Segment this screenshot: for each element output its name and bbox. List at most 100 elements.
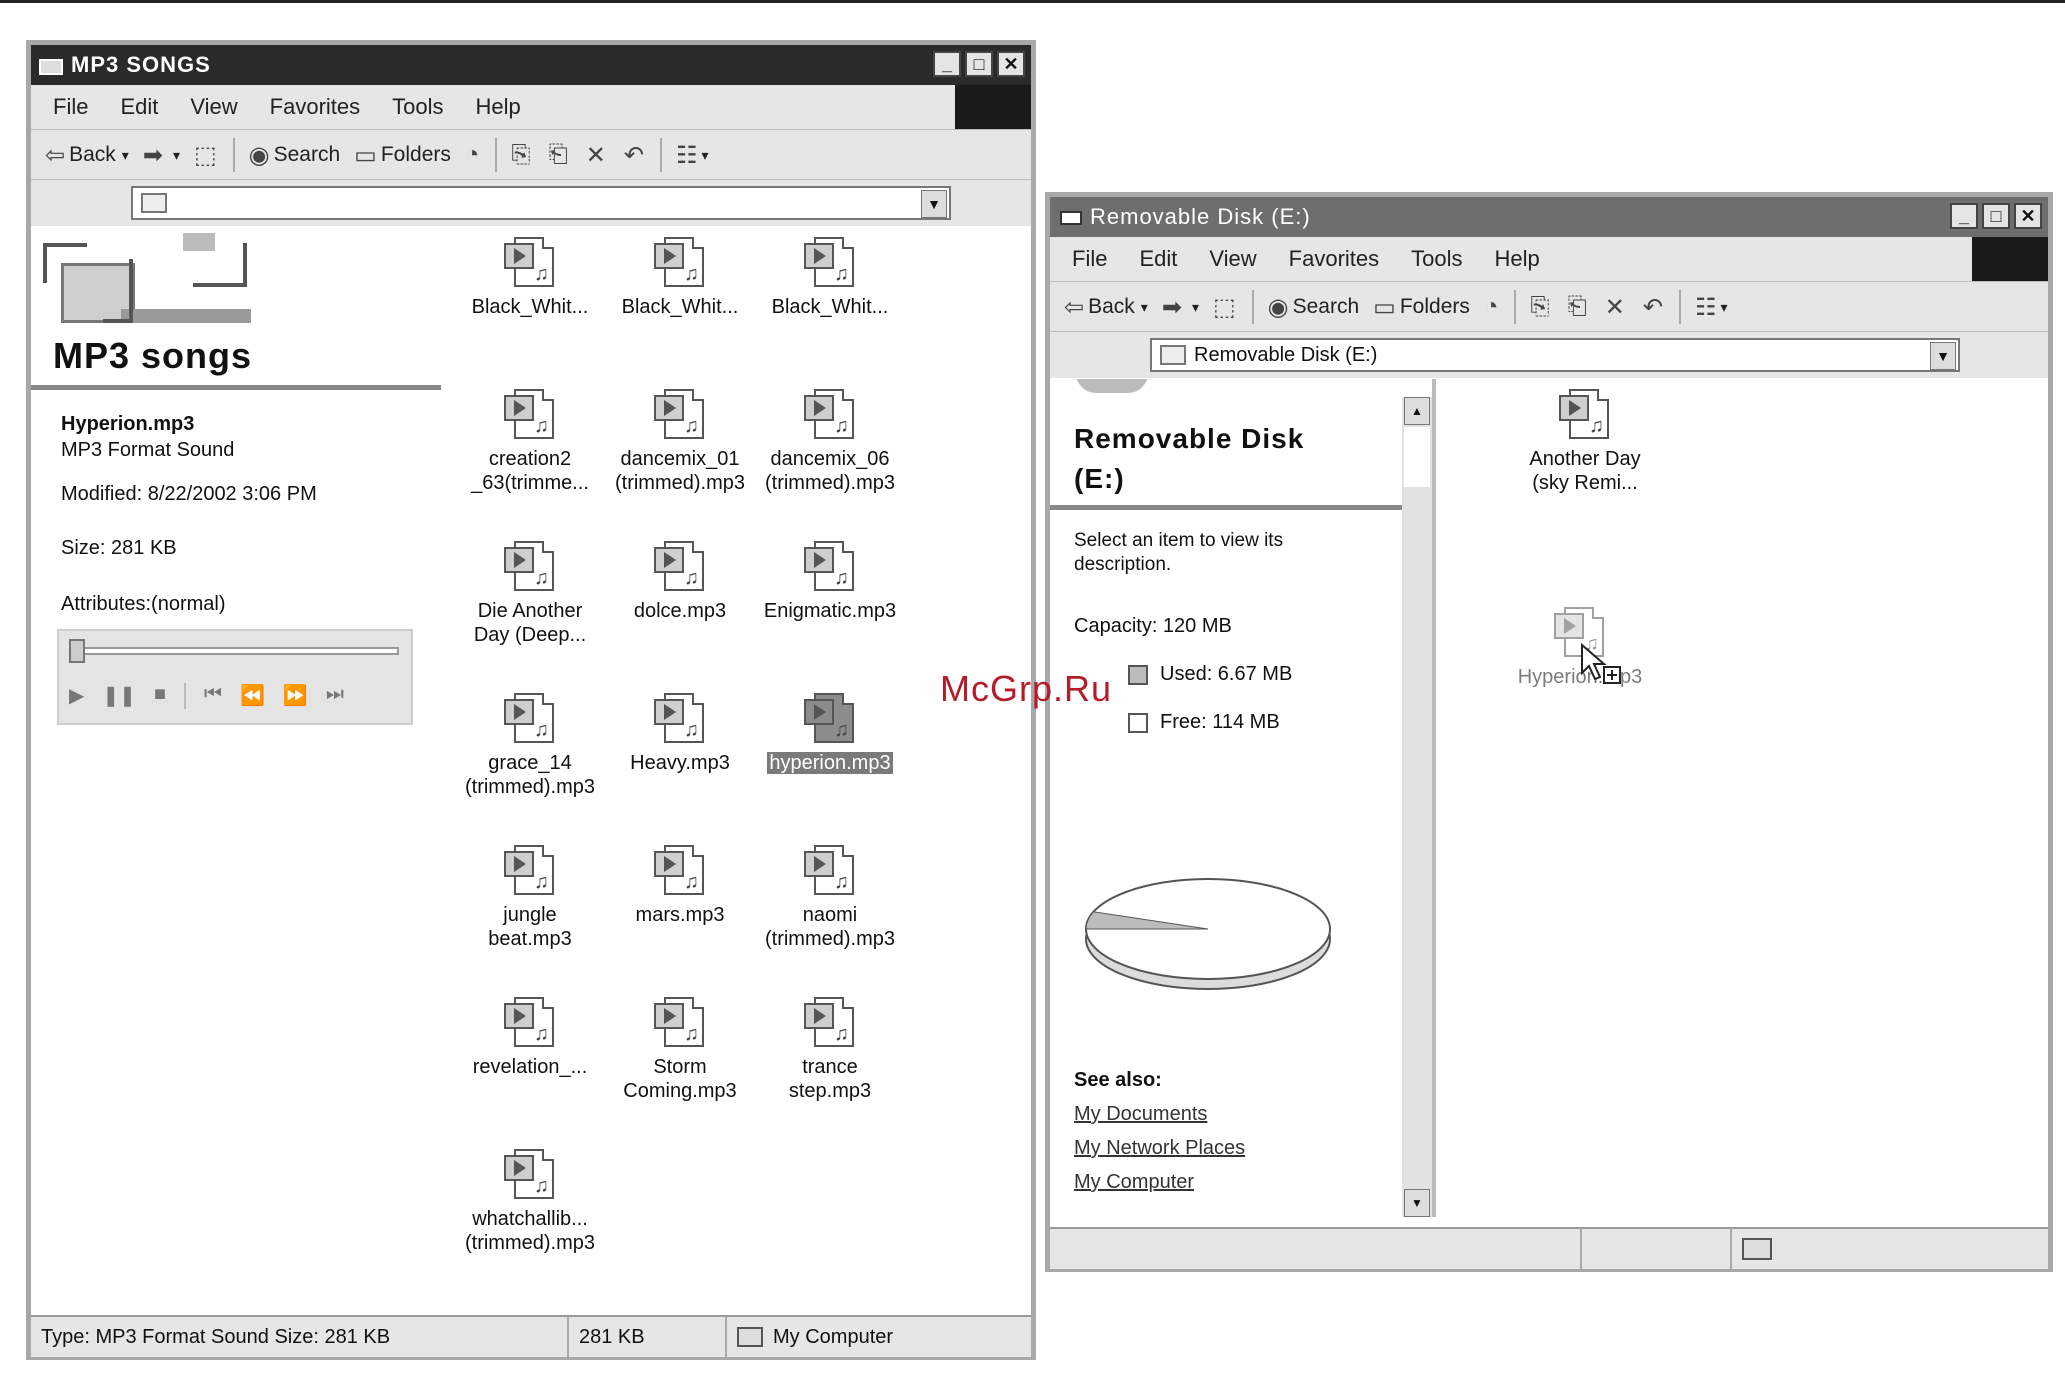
link-my-network-places[interactable]: My Network Places <box>1074 1131 1245 1165</box>
link-my-computer[interactable]: My Computer <box>1074 1165 1245 1199</box>
address-value: Removable Disk (E:) <box>1194 343 1378 366</box>
mp3-file-icon: ♫ <box>500 991 560 1051</box>
close-button[interactable]: ✕ <box>2014 203 2042 229</box>
address-dropdown[interactable]: ▼ <box>1930 342 1956 370</box>
search-button[interactable]: ◉ Search <box>249 141 341 170</box>
scroll-down-arrow[interactable]: ▼ <box>1404 1189 1430 1217</box>
copy-to-icon: ⎗ <box>548 141 568 168</box>
menu-edit[interactable]: Edit <box>1139 246 1177 272</box>
fast-forward-icon[interactable]: ⏩ <box>283 683 308 709</box>
seek-slider[interactable] <box>69 647 399 655</box>
folders-button[interactable]: ▭ Folders <box>354 141 451 170</box>
undo-button[interactable]: ↶ <box>1643 293 1667 322</box>
maximize-button[interactable]: □ <box>965 51 993 77</box>
address-dropdown[interactable]: ▼ <box>921 190 947 218</box>
title-bar[interactable]: MP3 SONGS _ □ ✕ <box>31 45 1031 85</box>
play-icon[interactable]: ▶ <box>69 683 84 709</box>
file-label: Black_Whit... <box>621 296 739 318</box>
seek-thumb[interactable] <box>69 639 85 663</box>
scroll-up-arrow[interactable]: ▲ <box>1404 397 1430 425</box>
up-folder-icon: ⬚ <box>193 141 217 169</box>
file-item[interactable]: ♫ mars.mp3 <box>605 839 755 927</box>
copy-to-button[interactable]: ⎗ <box>1568 293 1591 321</box>
menu-help[interactable]: Help <box>1495 246 1540 272</box>
menu-view[interactable]: View <box>1209 246 1256 272</box>
minimize-button[interactable]: _ <box>1950 203 1978 229</box>
rewind-icon[interactable]: ⏪ <box>240 683 265 709</box>
menu-file[interactable]: File <box>1072 246 1107 272</box>
next-track-icon[interactable]: ⏭ <box>326 683 344 709</box>
menu-help[interactable]: Help <box>476 94 521 120</box>
address-field[interactable]: ▼ <box>131 186 951 220</box>
menu-file[interactable]: File <box>53 94 88 120</box>
undo-button[interactable]: ↶ <box>624 141 648 170</box>
search-button[interactable]: ◉ Search <box>1268 293 1360 322</box>
close-button[interactable]: ✕ <box>997 51 1025 77</box>
history-icon: ◔ <box>464 141 480 168</box>
file-item[interactable]: ♫ Heavy.mp3 <box>605 687 755 775</box>
menu-favorites[interactable]: Favorites <box>270 94 360 120</box>
forward-button[interactable]: ➡ ▾ <box>1162 293 1199 322</box>
copy-to-button[interactable]: ⎗ <box>549 141 572 169</box>
forward-button[interactable]: ➡ ▾ <box>143 141 180 170</box>
menu-edit[interactable]: Edit <box>120 94 158 120</box>
file-item[interactable]: ♫ Storm Coming.mp3 <box>605 991 755 1103</box>
maximize-button[interactable]: □ <box>1982 203 2010 229</box>
menu-view[interactable]: View <box>190 94 237 120</box>
file-item[interactable]: ♫ creation2 _63(trimme... <box>455 383 605 495</box>
file-item[interactable]: ♫ Black_Whit... <box>455 231 605 319</box>
file-item[interactable]: ♫ whatchallib... (trimmed).mp3 <box>455 1143 605 1255</box>
file-item[interactable]: ♫ Black_Whit... <box>755 231 905 319</box>
status-description <box>1050 1229 1582 1269</box>
file-item[interactable]: ♫ trance step.mp3 <box>755 991 905 1103</box>
file-item[interactable]: ♫ naomi (trimmed).mp3 <box>755 839 905 951</box>
delete-button[interactable]: ✕ <box>586 141 610 170</box>
mp3-file-icon: ♫ <box>500 687 560 747</box>
file-label: dancemix_06 (trimmed).mp3 <box>764 448 895 494</box>
mp3-file-icon: ♫ <box>650 839 710 899</box>
file-item[interactable]: ♫ jungle beat.mp3 <box>455 839 605 951</box>
file-label: Die Another Day (Deep... <box>473 600 587 646</box>
free-swatch <box>1128 712 1148 733</box>
back-button[interactable]: ⇦ Back ▾ <box>1064 293 1148 322</box>
delete-button[interactable]: ✕ <box>1605 293 1629 322</box>
file-item[interactable]: ♫ dolce.mp3 <box>605 535 755 623</box>
views-button[interactable]: ☷ ▾ <box>676 141 709 170</box>
file-item[interactable]: ♫ dancemix_06 (trimmed).mp3 <box>755 383 905 495</box>
address-bar: Removable Disk (E:) ▼ <box>1050 331 2048 378</box>
file-item[interactable]: ♫ Black_Whit... <box>605 231 755 319</box>
disk-usage-pie <box>1085 878 1331 990</box>
title-bar[interactable]: Removable Disk (E:) _ □ ✕ <box>1050 197 2048 237</box>
views-button[interactable]: ☷ ▾ <box>1695 293 1728 322</box>
file-item[interactable]: ♫ grace_14 (trimmed).mp3 <box>455 687 605 799</box>
file-item[interactable]: ♫ dancemix_01 (trimmed).mp3 <box>605 383 755 495</box>
file-item[interactable]: ♫ hyperion.mp3 <box>755 687 905 775</box>
move-to-button[interactable]: ⎘ <box>511 141 534 169</box>
history-button[interactable]: ◔ <box>1484 293 1503 321</box>
stop-icon[interactable]: ■ <box>154 683 166 709</box>
scroll-thumb[interactable] <box>1404 427 1430 487</box>
menu-favorites[interactable]: Favorites <box>1289 246 1379 272</box>
file-item[interactable]: ♫ Enigmatic.mp3 <box>755 535 905 623</box>
mp3-file-icon: ♫ <box>500 535 560 595</box>
menu-bar: File Edit View Favorites Tools Help <box>31 85 1031 129</box>
panel-scrollbar[interactable]: ▲ ▼ <box>1402 397 1432 1217</box>
up-folder-button[interactable]: ⬚ <box>194 141 221 170</box>
menu-tools[interactable]: Tools <box>1411 246 1462 272</box>
pause-icon[interactable]: ❚❚ <box>102 683 136 709</box>
file-item[interactable]: ♫ Another Day (sky Remi... <box>1510 383 1660 495</box>
link-my-documents[interactable]: My Documents <box>1074 1097 1245 1131</box>
address-field[interactable]: Removable Disk (E:) ▼ <box>1150 338 1960 372</box>
up-folder-button[interactable]: ⬚ <box>1213 293 1240 322</box>
file-label: dancemix_01 (trimmed).mp3 <box>614 448 745 494</box>
move-to-button[interactable]: ⎘ <box>1530 293 1553 321</box>
previous-track-icon[interactable]: ⏮ <box>204 683 222 709</box>
file-item[interactable]: ♫ revelation_... <box>455 991 605 1079</box>
file-item[interactable]: ♫ Die Another Day (Deep... <box>455 535 605 647</box>
menu-tools[interactable]: Tools <box>392 94 443 120</box>
history-button[interactable]: ◔ <box>465 141 484 169</box>
folders-button[interactable]: ▭ Folders <box>1373 293 1470 322</box>
back-button[interactable]: ⇦ Back ▾ <box>45 141 129 170</box>
mp3-file-icon: ♫ <box>650 535 710 595</box>
minimize-button[interactable]: _ <box>933 51 961 77</box>
